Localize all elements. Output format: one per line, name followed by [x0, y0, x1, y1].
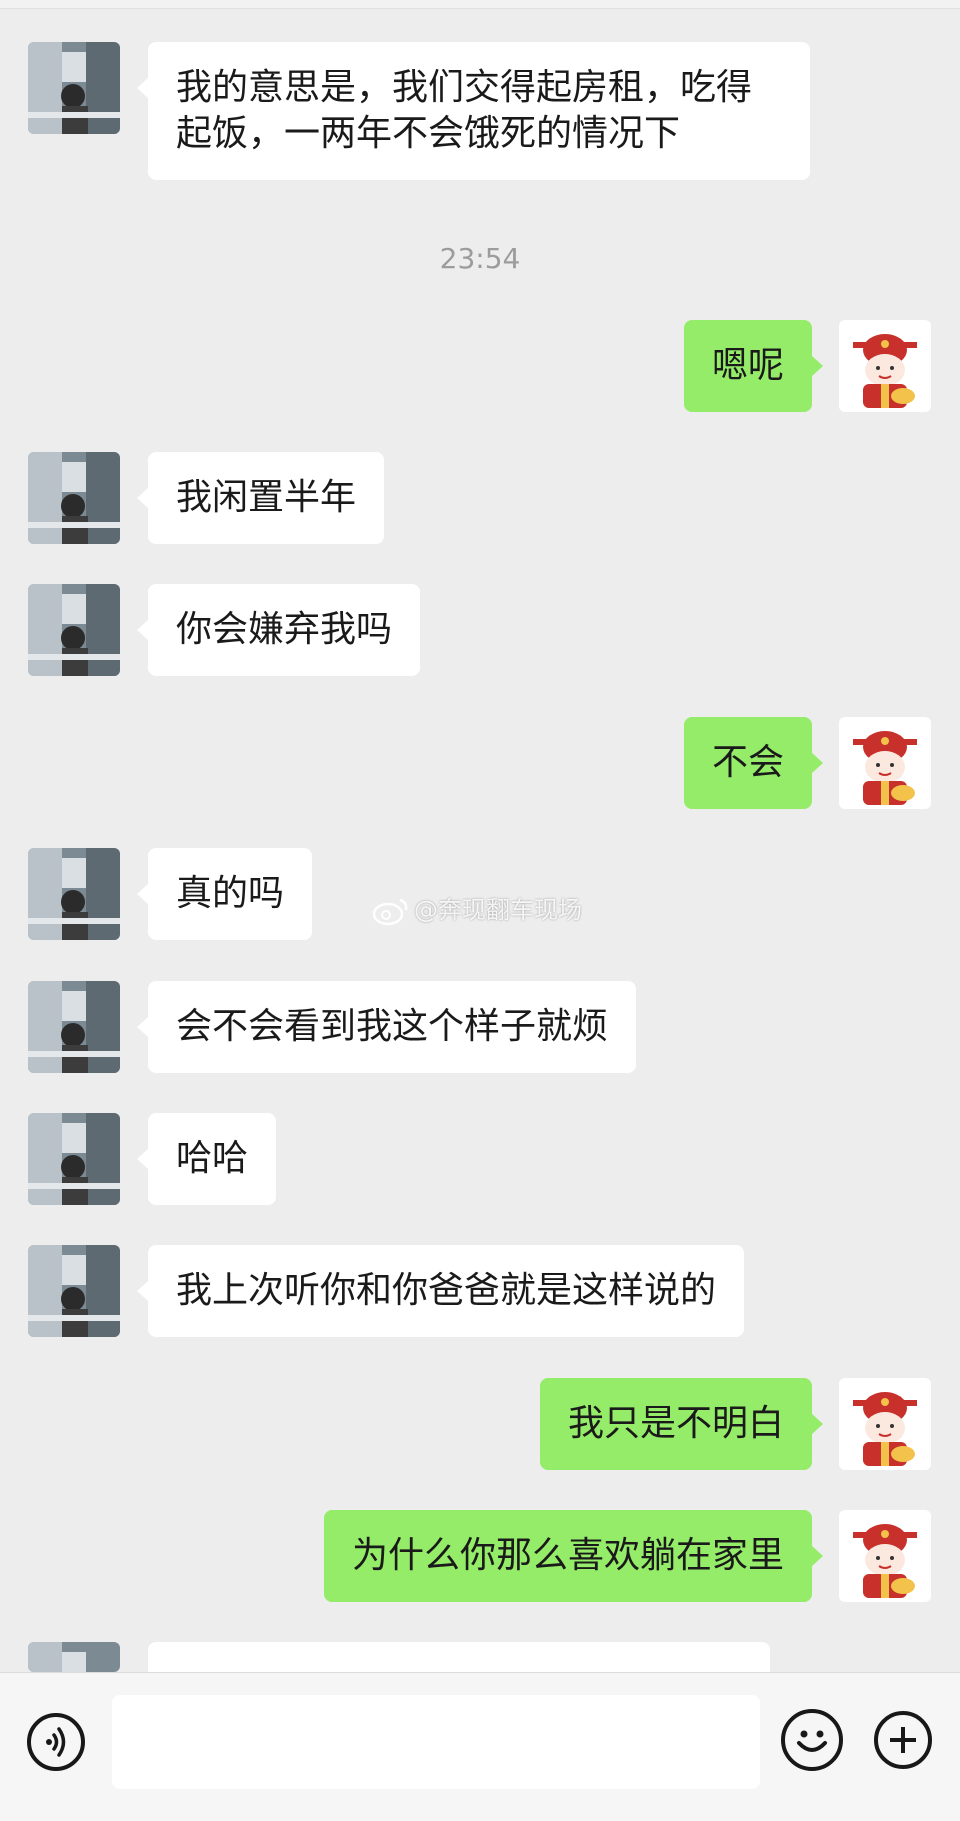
- contact-avatar[interactable]: [28, 1245, 120, 1337]
- weibo-watermark: @奔现翻车现场: [372, 893, 582, 927]
- watermark-text: @奔现翻车现场: [414, 896, 582, 924]
- message-bubble-outgoing[interactable]: 嗯呢: [683, 320, 824, 412]
- self-avatar[interactable]: [839, 1510, 931, 1602]
- message-bubble-incoming-partial[interactable]: [148, 1642, 770, 1672]
- message-bubble-outgoing[interactable]: 不会: [683, 717, 824, 809]
- top-divider: [0, 0, 960, 9]
- voice-button[interactable]: [27, 1713, 85, 1771]
- contact-avatar[interactable]: [28, 42, 120, 134]
- message-bubble-incoming[interactable]: 我的意思是，我们交得起房租，吃得起饭，一两年不会饿死的情况下: [137, 42, 810, 180]
- message-bubble-incoming[interactable]: 真的吗: [136, 848, 313, 940]
- message-bubble-incoming[interactable]: 你会嫌弃我吗: [136, 584, 421, 676]
- message-bubble-incoming[interactable]: 哈哈: [136, 1113, 277, 1205]
- message-bubble-incoming[interactable]: 我闲置半年: [136, 452, 385, 544]
- message-bubble-incoming[interactable]: 我上次听你和你爸爸就是这样说的: [136, 1245, 745, 1337]
- contact-avatar[interactable]: [28, 1113, 120, 1205]
- self-avatar[interactable]: [839, 717, 931, 809]
- contact-avatar[interactable]: [28, 452, 120, 544]
- plus-button[interactable]: [874, 1711, 932, 1769]
- voice-icon: [46, 1727, 66, 1757]
- message-input[interactable]: [112, 1695, 760, 1789]
- message-bubble-incoming[interactable]: 会不会看到我这个样子就烦: [136, 981, 637, 1073]
- contact-avatar[interactable]: [28, 584, 120, 676]
- contact-avatar[interactable]: [28, 848, 120, 940]
- emoji-icon: [797, 1730, 827, 1752]
- chat-timestamp: 23:54: [439, 242, 521, 275]
- chat-input-bar: [0, 1672, 960, 1821]
- contact-avatar[interactable]: [28, 1642, 120, 1672]
- message-bubble-outgoing[interactable]: 我只是不明白: [539, 1378, 824, 1470]
- self-avatar[interactable]: [839, 1378, 931, 1470]
- contact-avatar[interactable]: [28, 981, 120, 1073]
- weibo-icon: [372, 898, 408, 926]
- self-avatar[interactable]: [839, 320, 931, 412]
- message-bubble-outgoing[interactable]: 为什么你那么喜欢躺在家里: [323, 1510, 824, 1602]
- emoji-button[interactable]: [781, 1709, 843, 1771]
